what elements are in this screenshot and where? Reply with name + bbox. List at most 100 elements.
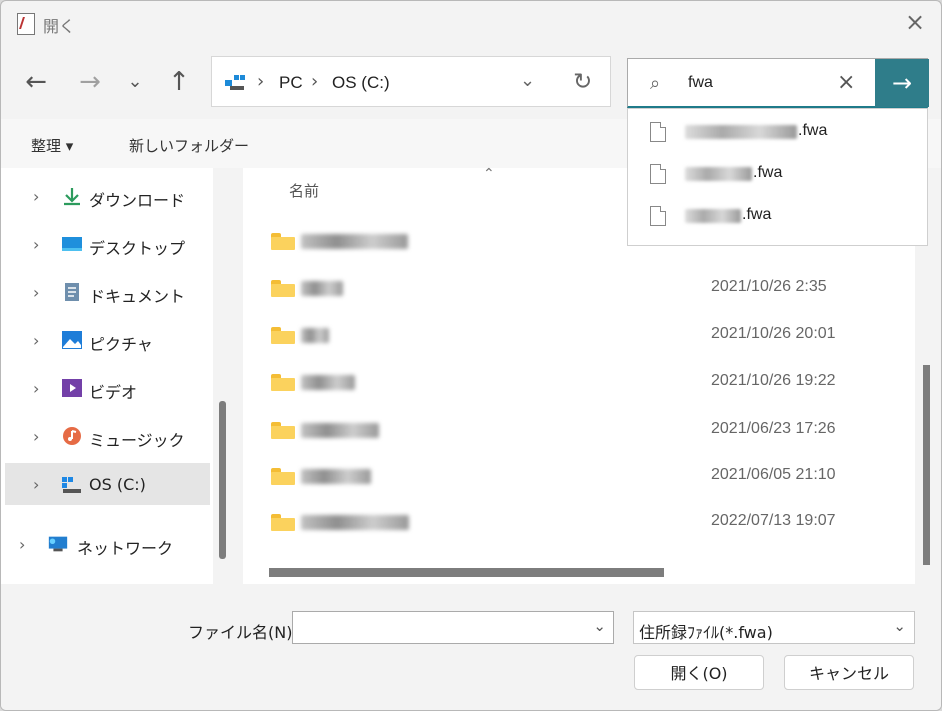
address-bar[interactable]: › PC › OS (C:) ⌄ ↻ [211,56,611,107]
sidebar-item-desktop[interactable]: › デスクトップ [5,223,210,265]
download-icon [64,188,80,206]
folder-icon [271,468,295,485]
column-header-name[interactable]: 名前 [289,180,319,201]
folder-icon [271,514,295,531]
suggestion-extension: .fwa [753,164,783,181]
expand-chevron-icon[interactable]: › [19,535,25,554]
open-button[interactable]: 開く(O) [634,655,764,690]
up-arrow-icon[interactable]: ↑ [163,66,195,98]
search-suggestions: .fwa .fwa .fwa [627,108,928,246]
sidebar-item-videos[interactable]: › ビデオ [5,367,210,409]
modified-date: 2021/10/26 19:22 [711,372,836,389]
sidebar-scrollbar[interactable] [219,401,226,559]
file-row[interactable]: 2021/10/26 2:35 [243,265,903,312]
modified-date: 2021/10/26 2:35 [711,278,827,295]
search-value: fwa [688,74,713,91]
breadcrumb-pc[interactable]: PC [279,73,303,93]
sidebar-item-music[interactable]: › ミュージック [5,415,210,457]
address-history-dropdown-icon[interactable]: ⌄ [520,70,535,91]
redacted-name [301,423,379,438]
sidebar-item-os-c[interactable]: › OS (C:) [5,463,210,505]
file-type-select[interactable]: 住所録ﾌｧｲﾙ(*.fwa) ⌄ [633,611,915,644]
sidebar-item-label: ダウンロード [89,191,186,210]
suggestion-extension: .fwa [742,206,772,223]
redacted-name [685,125,797,139]
drive-icon [62,477,81,493]
expand-chevron-icon[interactable]: › [33,283,39,302]
sidebar-item-pictures[interactable]: › ピクチャ [5,319,210,361]
search-go-arrow-icon[interactable]: → [875,59,929,107]
expand-chevron-icon[interactable]: › [33,379,39,398]
redacted-name [301,515,409,530]
expand-chevron-icon[interactable]: › [33,475,39,494]
document-icon [65,283,79,301]
file-row[interactable]: 2021/10/26 19:22 [243,359,903,406]
modified-date: 2021/06/05 21:10 [711,466,836,483]
horizontal-scrollbar[interactable] [269,568,664,577]
sort-arrow-icon: ⌃ [483,166,495,182]
file-row[interactable]: 2021/06/23 17:26 [243,407,903,454]
suggestion-item[interactable]: .fwa [628,153,927,195]
breadcrumb-os-c[interactable]: OS (C:) [332,73,390,93]
filename-label: ファイル名(N): [188,623,298,642]
folder-icon [271,422,295,439]
picture-icon [62,331,82,349]
clear-search-icon[interactable]: × [837,70,855,95]
sidebar-item-documents[interactable]: › ドキュメント [5,271,210,313]
file-row[interactable]: 2021/10/26 20:01 [243,312,903,359]
redacted-name [685,209,741,223]
window-title: 開く [43,17,76,36]
redacted-name [301,469,371,484]
suggestion-item[interactable]: .fwa [628,111,927,153]
close-icon[interactable]: × [903,10,927,34]
music-icon [63,427,81,445]
folder-icon [271,327,295,344]
video-icon [62,379,82,397]
cancel-button[interactable]: キャンセル [784,655,914,690]
suggestion-item[interactable]: .fwa [628,195,927,237]
sidebar-item-label: ピクチャ [89,335,153,354]
organize-button[interactable]: 整理 ▾ [31,135,73,156]
modified-date: 2021/10/26 20:01 [711,325,836,342]
navigation-pane: › ダウンロード › デスクトップ › ドキュメント › ピクチャ › ビデオ … [1,168,213,584]
redacted-name [301,234,408,249]
redacted-name [685,167,752,181]
chevron-down-icon[interactable]: ⌄ [593,617,606,635]
sidebar-item-label: ミュージック [89,431,185,450]
modified-date: 2021/06/23 17:26 [711,420,836,437]
forward-arrow-icon[interactable]: → [74,66,106,98]
redacted-name [301,375,355,390]
recent-locations-chevron-icon[interactable]: ⌄ [119,66,151,98]
app-icon [17,13,35,35]
chevron-down-icon[interactable]: ⌄ [893,617,906,635]
back-arrow-icon[interactable]: ← [20,66,52,98]
expand-chevron-icon[interactable]: › [33,187,39,206]
new-folder-button[interactable]: 新しいフォルダー [129,135,249,156]
network-icon [48,536,68,552]
expand-chevron-icon[interactable]: › [33,427,39,446]
sidebar-item-network[interactable]: › ネットワーク [5,523,210,565]
refresh-icon[interactable]: ↻ [573,69,592,95]
folder-icon [271,374,295,391]
modified-date: 2022/07/13 19:07 [711,512,836,529]
pc-icon [225,72,247,90]
search-input[interactable]: ⌕ fwa × → [627,58,929,108]
file-row[interactable]: 2022/07/13 19:07 [243,499,903,546]
file-icon [650,122,666,142]
sidebar-item-label: OS (C:) [89,475,146,494]
expand-chevron-icon[interactable]: › [33,331,39,350]
sidebar-item-label: デスクトップ [89,239,186,258]
vertical-scrollbar[interactable] [923,365,930,565]
expand-chevron-icon[interactable]: › [33,235,39,254]
filename-input[interactable]: ⌄ [292,611,614,644]
redacted-name [301,281,343,296]
sidebar-item-label: ビデオ [89,383,138,402]
desktop-icon [62,237,82,251]
file-icon [650,164,666,184]
sidebar-item-downloads[interactable]: › ダウンロード [5,175,210,217]
sidebar-item-label: ドキュメント [89,287,186,306]
dialog-footer: ファイル名(N): ⌄ 住所録ﾌｧｲﾙ(*.fwa) ⌄ 開く(O) キャンセル [1,584,941,710]
title-bar: 開く × [1,1,941,45]
redacted-name [301,328,329,343]
file-row[interactable]: 2021/06/05 21:10 [243,453,903,500]
